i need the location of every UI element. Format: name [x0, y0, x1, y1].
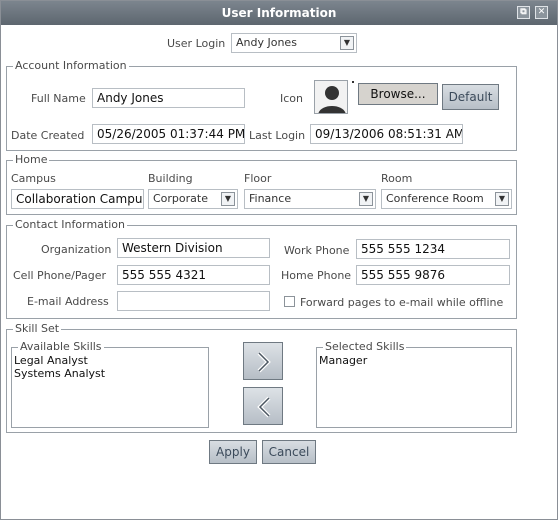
room-select[interactable]: Conference Room ▼: [381, 189, 512, 209]
list-item[interactable]: Systems Analyst: [14, 367, 206, 380]
floor-select[interactable]: Finance ▼: [244, 189, 376, 209]
restore-icon[interactable]: ⧉: [517, 6, 530, 19]
home-legend: Home: [13, 153, 50, 166]
last-login-label: Last Login: [249, 129, 306, 142]
date-created-label: Date Created: [11, 129, 85, 142]
full-name-field[interactable]: Andy Jones: [92, 88, 245, 108]
apply-button[interactable]: Apply: [209, 440, 257, 464]
contact-information-legend: Contact Information: [13, 218, 127, 231]
user-login-value: Andy Jones: [236, 36, 297, 49]
last-login-field: 09/13/2006 08:51:31 AM: [310, 124, 463, 144]
date-created-field: 05/26/2005 01:37:44 PM: [92, 124, 245, 144]
user-silhouette-icon: [318, 86, 346, 113]
home-phone-label: Home Phone: [281, 269, 352, 282]
floor-value: Finance: [249, 192, 292, 205]
window-title: User Information: [221, 6, 337, 20]
avatar: [314, 80, 348, 114]
room-value: Conference Room: [386, 192, 484, 205]
chevron-right-icon: [257, 351, 271, 373]
remove-skill-button[interactable]: [243, 387, 283, 425]
forward-checkbox[interactable]: [284, 296, 295, 307]
browse-button[interactable]: Browse...: [358, 83, 438, 105]
building-value: Corporate: [153, 192, 208, 205]
user-login-select[interactable]: Andy Jones ▼: [231, 33, 357, 53]
chevron-down-icon[interactable]: ▼: [221, 192, 235, 206]
home-phone-field[interactable]: 555 555 9876: [356, 265, 510, 285]
work-phone-field[interactable]: 555 555 1234: [356, 239, 510, 259]
building-select[interactable]: Corporate ▼: [148, 189, 238, 209]
email-label: E-mail Address: [27, 295, 109, 308]
cancel-button[interactable]: Cancel: [262, 440, 316, 464]
chevron-down-icon[interactable]: ▼: [340, 36, 354, 50]
title-bar[interactable]: User Information ⧉ ✕: [1, 1, 557, 25]
chevron-down-icon[interactable]: ▼: [495, 192, 509, 206]
add-skill-button[interactable]: [243, 342, 283, 380]
cell-phone-field[interactable]: 555 555 4321: [117, 265, 270, 285]
campus-field[interactable]: Collaboration Campus: [11, 189, 144, 209]
email-field[interactable]: [117, 291, 270, 311]
chevron-left-icon: [257, 396, 271, 418]
cell-phone-label: Cell Phone/Pager: [13, 269, 106, 282]
list-item[interactable]: Legal Analyst: [14, 354, 206, 367]
selected-skills-list[interactable]: Selected Skills Manager: [316, 340, 512, 428]
selected-skills-legend: Selected Skills: [323, 340, 407, 353]
available-skills-list[interactable]: Available Skills Legal Analyst Systems A…: [11, 340, 209, 428]
forward-label: Forward pages to e-mail while offline: [300, 296, 504, 309]
organization-field[interactable]: Western Division: [117, 238, 270, 258]
list-item[interactable]: Manager: [319, 354, 509, 367]
floor-label: Floor: [244, 172, 272, 185]
default-button[interactable]: Default: [442, 84, 499, 110]
work-phone-label: Work Phone: [284, 244, 350, 257]
icon-label: Icon: [280, 92, 303, 105]
room-label: Room: [381, 172, 413, 185]
organization-label: Organization: [41, 243, 112, 256]
chevron-down-icon[interactable]: ▼: [359, 192, 373, 206]
user-information-window: User Information ⧉ ✕ User Login Andy Jon…: [0, 0, 558, 520]
close-icon[interactable]: ✕: [535, 6, 548, 19]
building-label: Building: [148, 172, 193, 185]
campus-label: Campus: [11, 172, 56, 185]
avatar-dot: [352, 81, 354, 83]
full-name-label: Full Name: [31, 92, 86, 105]
skill-set-legend: Skill Set: [13, 322, 62, 335]
account-information-legend: Account Information: [13, 59, 129, 72]
user-login-label: User Login: [167, 37, 226, 50]
available-skills-legend: Available Skills: [18, 340, 104, 353]
